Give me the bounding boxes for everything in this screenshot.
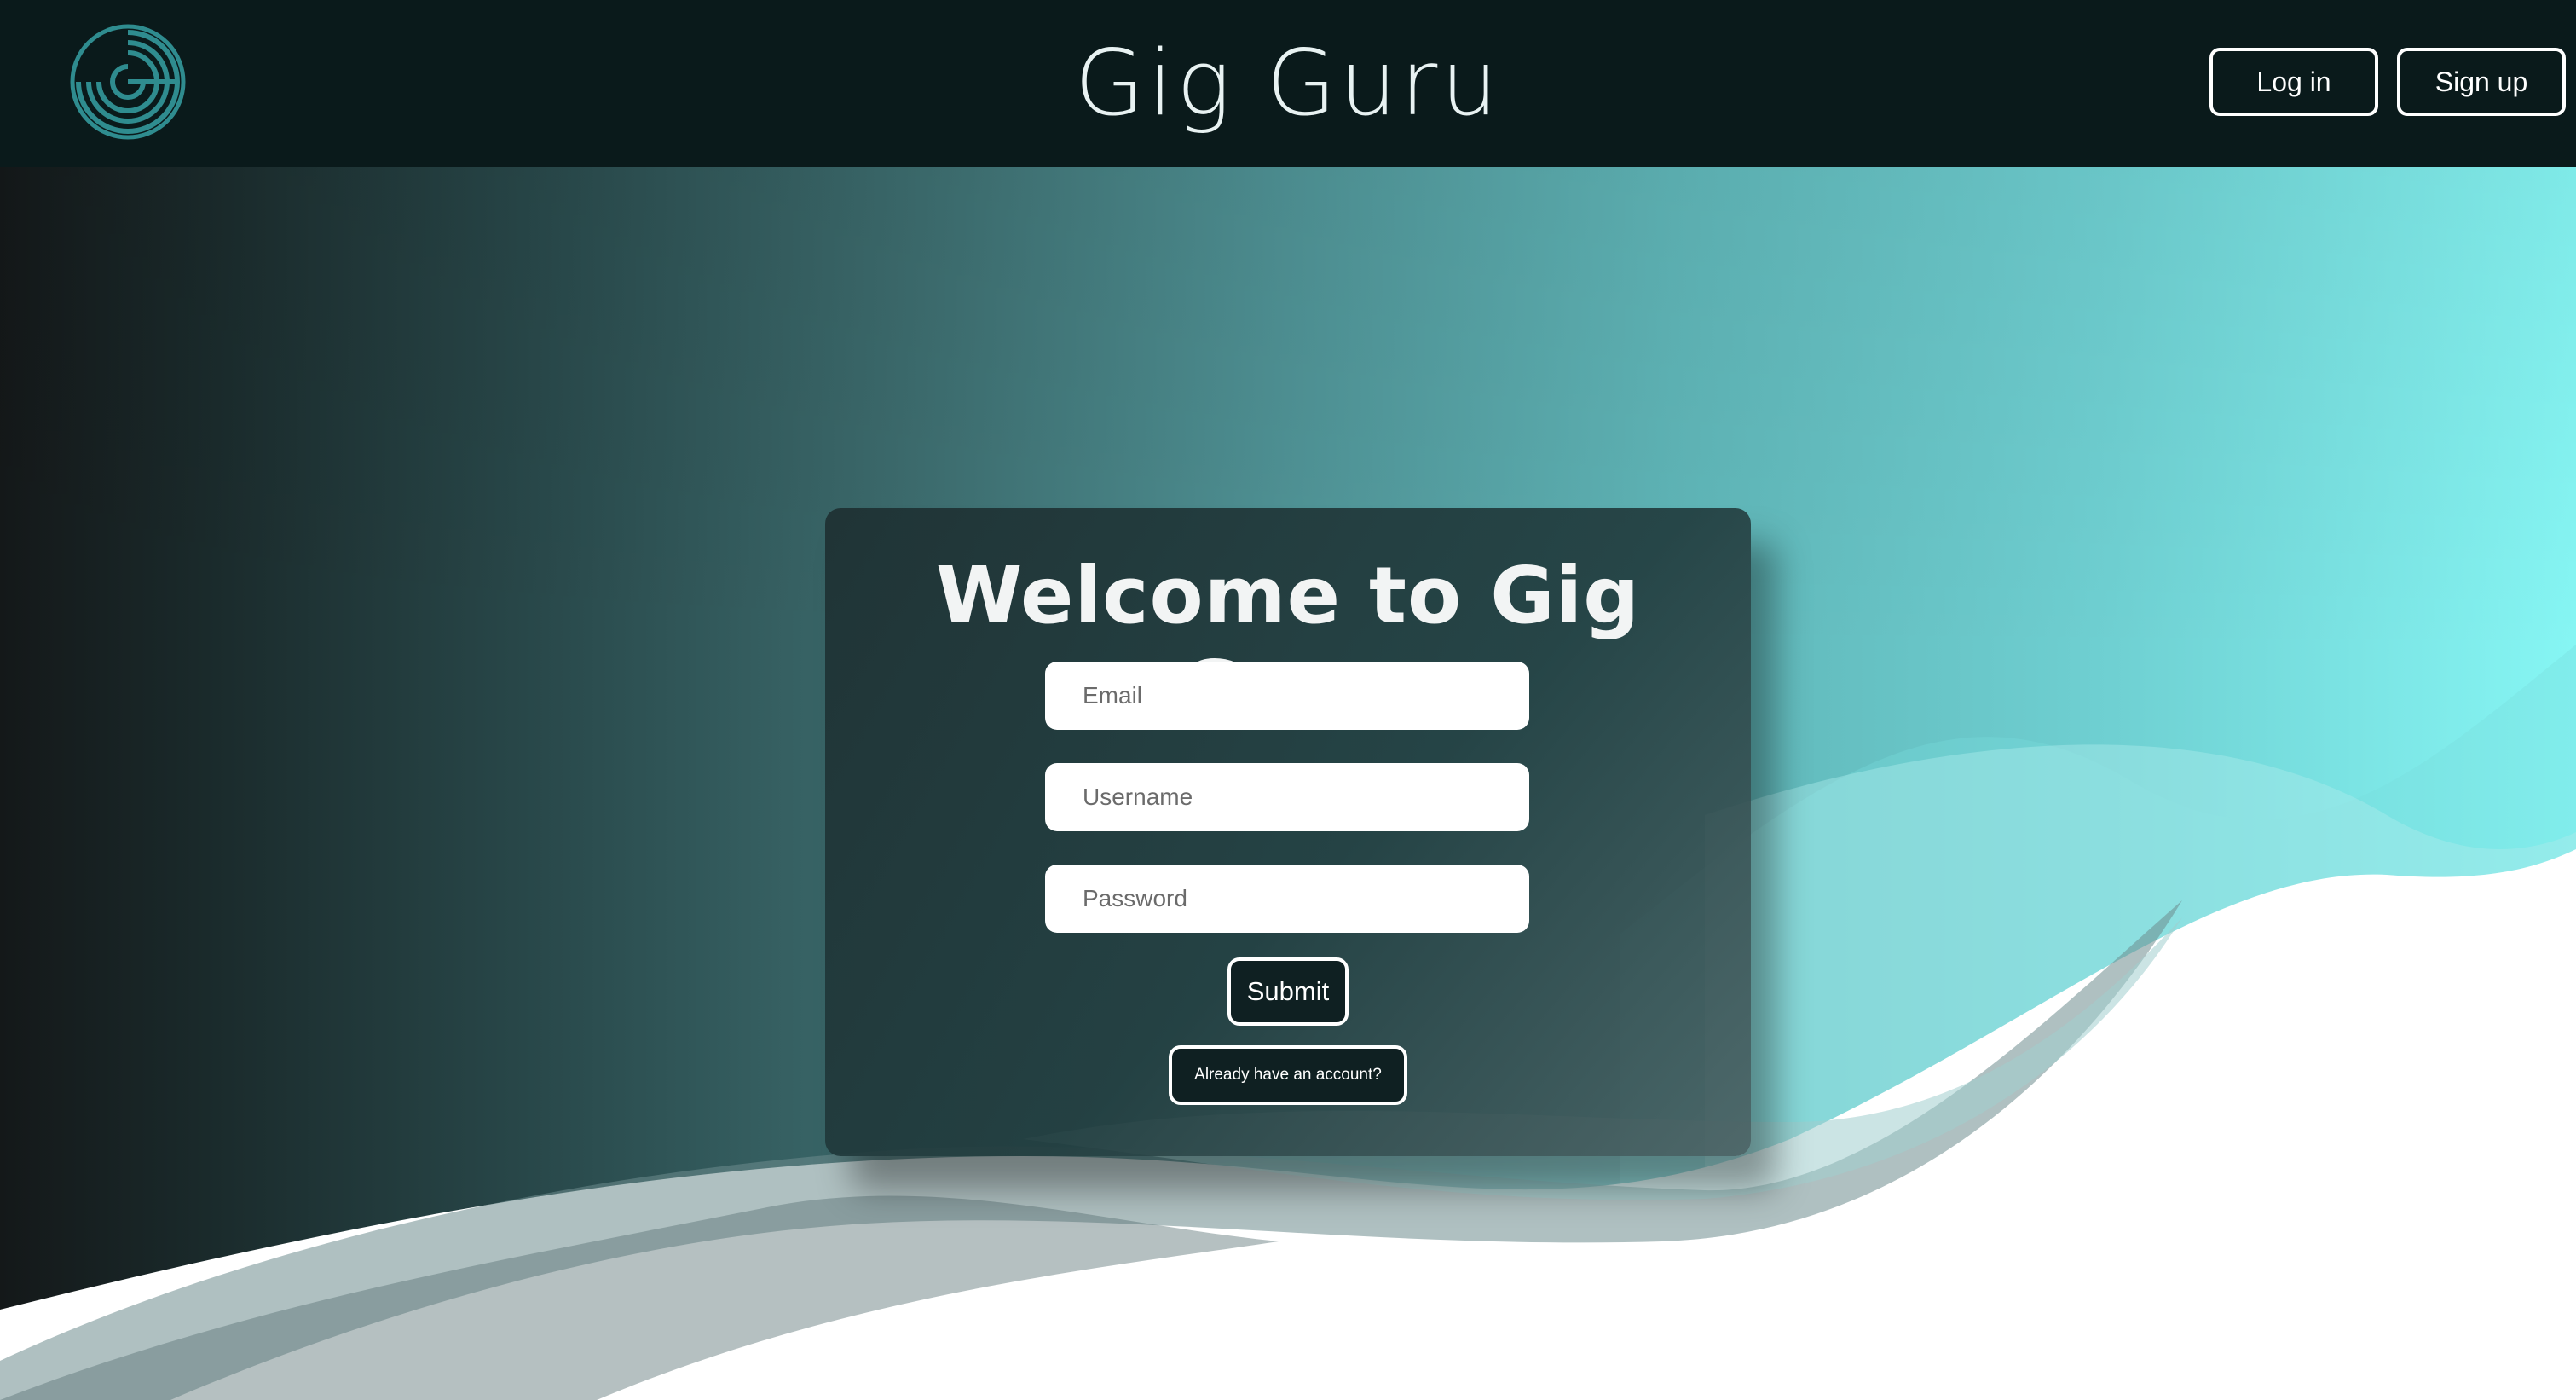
email-field[interactable] xyxy=(1045,662,1529,730)
already-have-account-button[interactable]: Already have an account? xyxy=(1169,1045,1407,1105)
submit-button[interactable]: Submit xyxy=(1227,957,1349,1026)
signup-card: Welcome to Gig Guru Submit Already have … xyxy=(825,508,1751,1156)
top-nav-bar: Gig Guru Log in Sign up xyxy=(0,0,2576,167)
login-button[interactable]: Log in xyxy=(2209,48,2378,116)
signup-button[interactable]: Sign up xyxy=(2397,48,2566,116)
password-field[interactable] xyxy=(1045,865,1529,933)
record-logo-icon[interactable] xyxy=(68,22,188,142)
site-title: Gig Guru xyxy=(1074,31,1502,136)
username-field[interactable] xyxy=(1045,763,1529,831)
